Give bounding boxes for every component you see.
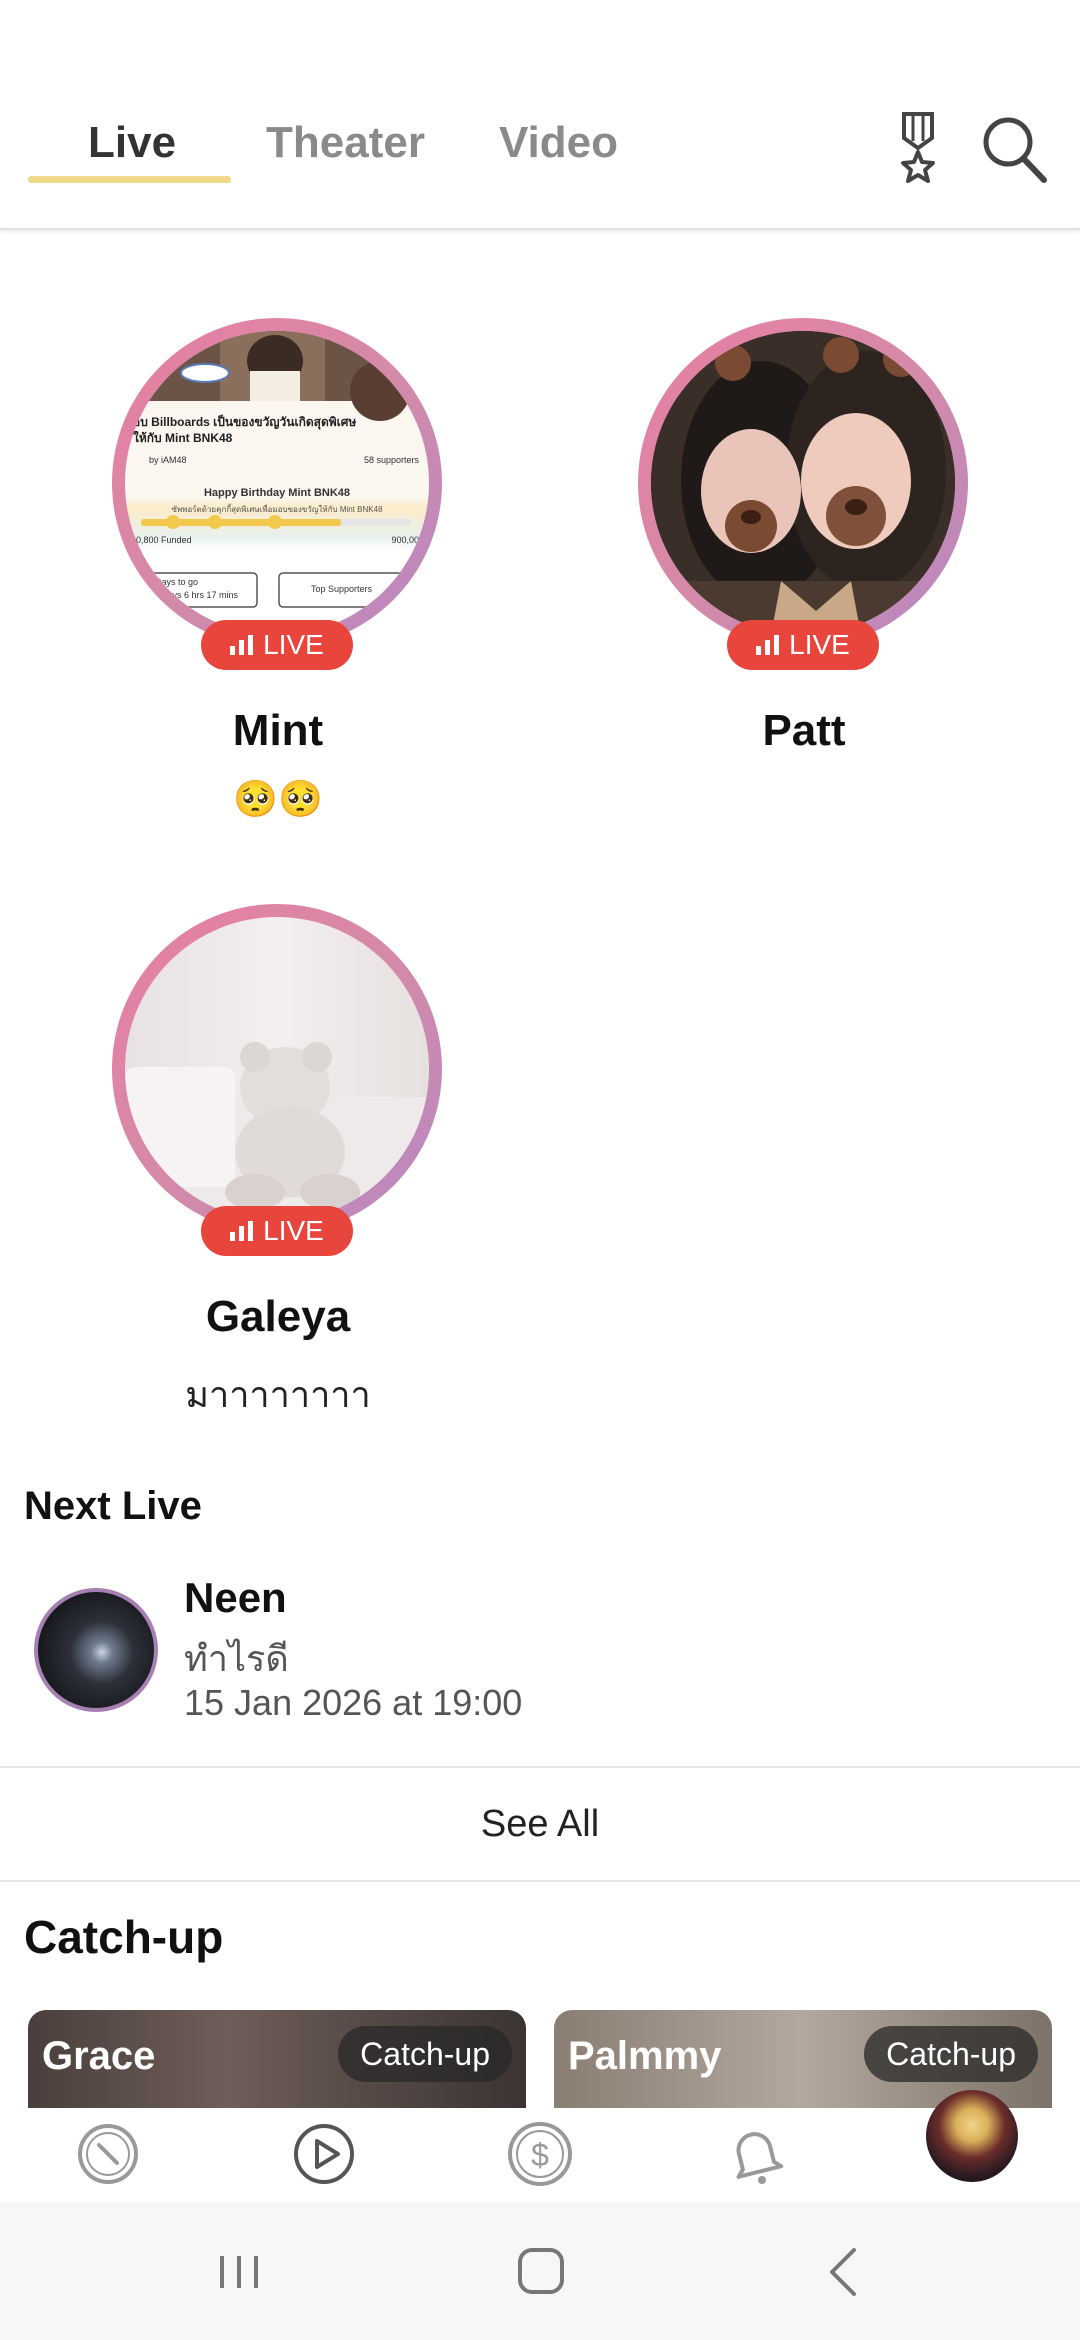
bell-icon[interactable] bbox=[718, 2116, 794, 2192]
thumb-headline-2: ให้กับ Mint BNK48 bbox=[133, 431, 233, 445]
thumb-top-supporters: Top Supporters bbox=[311, 584, 373, 594]
coin-icon[interactable]: $ bbox=[502, 2116, 578, 2192]
see-all-button[interactable]: See All bbox=[0, 1766, 1080, 1882]
thumb-desc: ซัพพอร์ตด้วยคุกกี้สุดพิเศษเพื่อมอบของขวั… bbox=[171, 505, 383, 514]
member-status: 🥺🥺 bbox=[233, 778, 323, 819]
tab-video[interactable]: Video bbox=[499, 118, 618, 168]
thumb-days-label: Days to go bbox=[155, 577, 199, 587]
patt-thumb-art bbox=[651, 331, 955, 635]
galeya-thumb-art bbox=[125, 1042, 429, 1221]
member-name: Patt bbox=[762, 706, 846, 755]
active-tab-indicator bbox=[28, 176, 231, 183]
catchup-name: Grace bbox=[42, 2034, 156, 2078]
tab-live[interactable]: Live bbox=[88, 118, 176, 168]
next-live-subtitle: ทำไรดี bbox=[184, 1638, 289, 1679]
thumb-birthday: Happy Birthday Mint BNK48 bbox=[203, 487, 351, 499]
recent-apps-icon[interactable] bbox=[204, 2242, 274, 2302]
thumb-funded: 00,800 Funded bbox=[131, 535, 192, 545]
profile-avatar[interactable] bbox=[926, 2090, 1018, 2182]
member-status: มาาาาาาาา bbox=[185, 1374, 371, 1415]
thumb-days-value: 7 days 6 hrs 17 mins bbox=[155, 590, 239, 600]
search-icon[interactable] bbox=[978, 108, 1050, 188]
next-live-avatar bbox=[34, 1588, 158, 1712]
live-badge: LIVE bbox=[201, 620, 353, 670]
live-thumbnail: อบ Billboards เป็นของขวัญวันเกิดสุดพิเศษ… bbox=[125, 331, 429, 635]
next-live-time: 15 Jan 2026 at 19:00 bbox=[184, 1682, 523, 1723]
thumb-supporters: 58 supporters bbox=[363, 455, 419, 465]
live-badge: LIVE bbox=[727, 620, 879, 670]
svg-text:$: $ bbox=[531, 2137, 549, 2173]
home-icon[interactable] bbox=[506, 2242, 576, 2302]
thumb-target: 900,00 bbox=[391, 535, 419, 545]
system-nav-bar bbox=[0, 2202, 1080, 2340]
back-icon[interactable] bbox=[810, 2242, 880, 2302]
live-bars-icon bbox=[230, 635, 254, 655]
live-thumbnail bbox=[651, 331, 955, 635]
next-live-name: Neen bbox=[184, 1574, 287, 1621]
tab-theater[interactable]: Theater bbox=[266, 118, 425, 168]
catchup-name: Palmmy bbox=[568, 2034, 722, 2078]
live-card-galeya[interactable]: LIVE bbox=[112, 904, 452, 1256]
member-name: Galeya bbox=[205, 1292, 351, 1341]
live-badge-label: LIVE bbox=[263, 1215, 324, 1246]
play-icon[interactable] bbox=[286, 2116, 362, 2192]
award-icon[interactable] bbox=[882, 108, 954, 188]
next-live-item[interactable]: Neen ทำไรดี 15 Jan 2026 at 19:00 bbox=[0, 1570, 1080, 1766]
member-name: Mint bbox=[232, 706, 324, 755]
live-badge-label: LIVE bbox=[263, 629, 324, 660]
catchup-card-grace[interactable]: Grace Catch-up bbox=[28, 2010, 526, 2110]
top-header: Live Theater Video bbox=[0, 0, 1080, 230]
catchup-badge: Catch-up bbox=[864, 2026, 1038, 2082]
explore-icon[interactable] bbox=[70, 2116, 146, 2192]
live-card-patt[interactable]: LIVE bbox=[638, 318, 978, 670]
live-card-mint[interactable]: อบ Billboards เป็นของขวัญวันเกิดสุดพิเศษ… bbox=[112, 318, 452, 670]
catchup-badge: Catch-up bbox=[338, 2026, 512, 2082]
thumb-by: by iAM48 bbox=[149, 455, 187, 465]
live-badge-label: LIVE bbox=[789, 629, 850, 660]
live-bars-icon bbox=[756, 635, 780, 655]
bottom-nav: $ bbox=[0, 2090, 1080, 2202]
live-bars-icon bbox=[230, 1221, 254, 1241]
next-live-title: Next Live bbox=[24, 1484, 202, 1528]
live-badge: LIVE bbox=[201, 1206, 353, 1256]
catchup-title: Catch-up bbox=[24, 1911, 224, 1963]
live-thumbnail bbox=[125, 917, 429, 1221]
